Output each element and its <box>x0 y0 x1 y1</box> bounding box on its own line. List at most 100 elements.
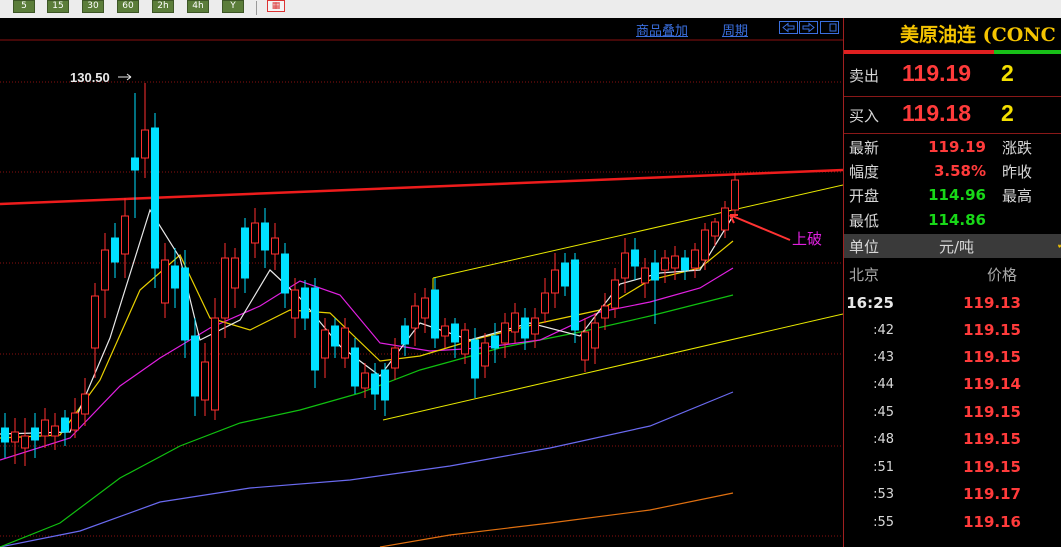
tick-price: 119.16 <box>963 513 1021 531</box>
tick-price: 119.17 <box>963 485 1021 503</box>
tick-price: 119.15 <box>963 348 1021 366</box>
candle-body <box>561 262 569 287</box>
candle-body <box>241 227 249 279</box>
candle-body <box>291 289 299 319</box>
period-button-2h[interactable]: 2h <box>152 0 174 13</box>
candle-body <box>601 305 609 319</box>
sell-qty: 2 <box>1001 60 1014 86</box>
candle-body <box>51 425 59 437</box>
tick-time: :53 <box>873 487 894 502</box>
candle-body <box>631 249 639 267</box>
tick-header-price: 价格 <box>987 266 1018 284</box>
candle-body <box>231 257 239 289</box>
candle-body <box>471 339 479 379</box>
candle-body <box>591 322 599 349</box>
tick-header-city: 北京 <box>849 266 880 284</box>
candle-body <box>691 249 699 269</box>
range-label: 幅度 <box>849 163 880 181</box>
candle-body <box>1 427 9 443</box>
candle-body <box>511 312 519 333</box>
low-value: 114.86 <box>928 211 986 229</box>
sell-price: 119.19 <box>902 60 972 86</box>
period-button-y[interactable]: Y <box>222 0 244 13</box>
arrow-left-box-icon[interactable] <box>779 21 798 34</box>
prev-close-label: 昨收 <box>1002 163 1033 181</box>
candle-body <box>211 317 219 411</box>
candle-body <box>101 249 109 291</box>
candle-body <box>11 431 19 443</box>
period-button-60[interactable]: 60 <box>117 0 139 13</box>
unit-value: 元/吨 <box>939 238 975 256</box>
tick-time: :51 <box>873 460 894 475</box>
overlay-product-link[interactable]: 商品叠加 <box>636 20 688 39</box>
candle-body <box>521 317 529 339</box>
candle-body <box>121 215 129 255</box>
candle-body <box>261 222 269 251</box>
candle-body <box>31 427 39 441</box>
period-button-5[interactable]: 5 <box>13 0 35 13</box>
period-button-15[interactable]: 15 <box>47 0 69 13</box>
candle-body <box>621 252 629 279</box>
low-label: 最低 <box>849 212 880 230</box>
period-button-30[interactable]: 30 <box>82 0 104 13</box>
arrow-right-box-icon[interactable] <box>799 21 818 34</box>
candle-body <box>401 325 409 345</box>
grid-view-icon[interactable]: ▦ <box>267 0 285 12</box>
candle-body <box>331 325 339 347</box>
latest-label: 最新 <box>849 139 880 157</box>
open-label: 开盘 <box>849 187 880 205</box>
candle-body <box>571 259 579 331</box>
candle-body <box>351 347 359 387</box>
tick-time: 16:25 <box>846 294 894 312</box>
scroll-indicator-icon[interactable]: ✓ <box>1056 237 1061 253</box>
candle-body <box>421 297 429 319</box>
candle-body <box>411 305 419 329</box>
period-button-4h[interactable]: 4h <box>187 0 209 13</box>
resistance-line <box>0 168 843 206</box>
buy-qty: 2 <box>1001 100 1014 126</box>
candle-body <box>71 412 79 431</box>
candle-body <box>681 257 689 271</box>
kline-chart-canvas: 130.50 上破 <box>0 39 843 547</box>
candle-body <box>271 237 279 255</box>
kline-chart[interactable]: 130.50 上破 商品叠加 周期 <box>0 18 843 547</box>
candle-body <box>711 221 719 237</box>
high-price-label: 130.50 <box>70 70 110 85</box>
window-box-icon[interactable] <box>820 21 839 34</box>
candle-body <box>111 237 119 263</box>
ma250-line <box>379 492 734 547</box>
candle-body <box>161 259 169 304</box>
period-link[interactable]: 周期 <box>722 20 748 39</box>
quote-panel: 美原油连 (CONC 卖出 119.19 2 买入 119.18 2 最新 11… <box>843 18 1061 547</box>
chart-nav-icons <box>779 21 839 34</box>
candle-body <box>201 361 209 401</box>
period-toolbar: 5 15 30 60 2h 4h Y ▦ <box>0 0 1061 19</box>
candle-body <box>91 295 99 349</box>
candle-body <box>671 255 679 269</box>
ma120-line <box>0 391 734 547</box>
candle-body <box>251 222 259 244</box>
divider <box>844 96 1061 97</box>
candle-body <box>371 373 379 395</box>
candle-body <box>341 327 349 359</box>
candle-body <box>141 129 149 159</box>
tick-time: :45 <box>873 405 894 420</box>
buy-label: 买入 <box>849 107 880 125</box>
open-value: 114.96 <box>928 186 986 204</box>
candle-body <box>451 323 459 343</box>
tick-price: 119.15 <box>963 458 1021 476</box>
candle-body <box>501 322 509 344</box>
candle-body <box>301 287 309 319</box>
tick-time: :43 <box>873 350 894 365</box>
title-bar-green <box>994 50 1061 54</box>
tick-time: :48 <box>873 432 894 447</box>
instrument-title: 美原油连 (CONC <box>900 24 1056 46</box>
candle-body <box>311 287 319 371</box>
candle-body <box>431 289 439 339</box>
sell-label: 卖出 <box>849 67 880 85</box>
candle-body <box>651 262 659 281</box>
candle-body <box>221 257 229 319</box>
tick-price: 119.15 <box>963 403 1021 421</box>
candle-body <box>131 157 139 171</box>
candle-body <box>181 267 189 341</box>
